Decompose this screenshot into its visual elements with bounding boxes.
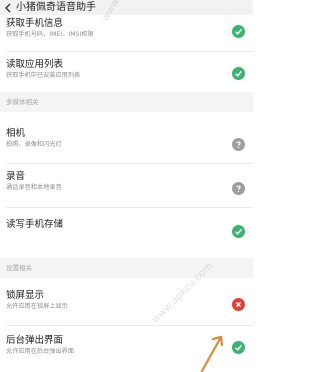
- question-mark-icon: [236, 141, 241, 149]
- divider: [6, 51, 253, 52]
- question-mark-icon: [236, 185, 241, 193]
- page-title: 小猪佩奇语音助手: [16, 2, 96, 13]
- permission-subtitle: 拍照，录像和闪光灯: [6, 141, 62, 148]
- permission-title: 获取手机信息: [6, 18, 64, 29]
- permission-title: 读取应用列表: [6, 59, 64, 70]
- permission-subtitle: 允许应用在锁屏上显示: [6, 303, 68, 310]
- close-icon: [235, 301, 242, 308]
- check-icon: [235, 28, 242, 35]
- permission-camera[interactable]: 相机 拍照，录像和闪光灯: [0, 128, 253, 156]
- chevron-left-icon: [5, 3, 11, 12]
- allowed-status-icon[interactable]: [232, 25, 245, 38]
- check-icon: [235, 344, 242, 351]
- permission-app-list[interactable]: 读取应用列表 获取手机中已安装应用列表: [0, 59, 253, 87]
- check-icon: [235, 228, 242, 235]
- section-header-settings: 设置相关: [0, 258, 253, 278]
- permission-lockscreen-display[interactable]: 锁屏显示 允许应用在锁屏上显示: [0, 290, 253, 318]
- allowed-status-icon[interactable]: [232, 341, 245, 354]
- allowed-status-icon[interactable]: [232, 225, 245, 238]
- divider: [6, 207, 253, 208]
- divider: [6, 325, 253, 326]
- permission-subtitle: 获取手机号码，IMEI，IMSI权限: [6, 31, 94, 38]
- permission-title: 相机: [6, 128, 26, 139]
- check-icon: [235, 70, 242, 77]
- allowed-status-icon[interactable]: [232, 67, 245, 80]
- ask-status-icon[interactable]: [232, 182, 245, 195]
- ask-status-icon[interactable]: [232, 138, 245, 151]
- back-button[interactable]: [0, 0, 16, 15]
- permission-title: 锁屏显示: [6, 290, 45, 301]
- divider: [6, 163, 253, 164]
- permission-subtitle: 获取手机中已安装应用列表: [6, 72, 81, 79]
- permission-phone-info[interactable]: 获取手机信息 获取手机号码，IMEI，IMSI权限: [0, 18, 253, 46]
- permission-title: 读写手机存储: [6, 219, 64, 230]
- permission-title: 录音: [6, 171, 26, 182]
- top-bar: 小猪佩奇语音助手: [0, 0, 253, 15]
- denied-status-icon[interactable]: [232, 298, 245, 311]
- permission-subtitle: 通话录音和本地录音: [6, 184, 62, 191]
- permission-microphone[interactable]: 录音 通话录音和本地录音: [0, 171, 253, 199]
- permission-storage[interactable]: 读写手机存储: [0, 219, 253, 241]
- section-header-multimedia: 多媒体相关: [0, 92, 253, 112]
- pointer-arrow-icon: [200, 335, 224, 372]
